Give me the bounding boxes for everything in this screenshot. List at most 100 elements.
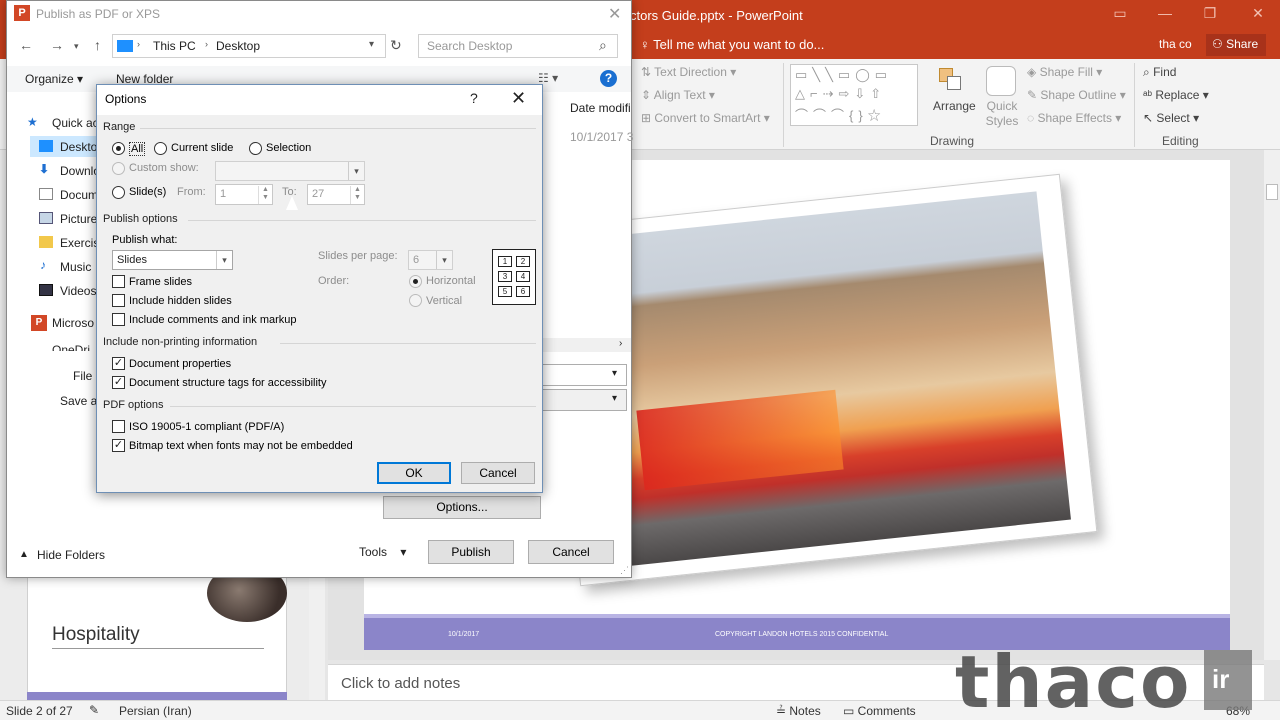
chevron-right-icon[interactable]: › bbox=[619, 338, 622, 349]
nav-pictures[interactable]: Picture bbox=[60, 212, 97, 226]
cancel-button[interactable]: Cancel bbox=[528, 540, 614, 564]
select-button[interactable]: ↖ Select ▾ bbox=[1143, 111, 1199, 125]
chevron-up-icon[interactable]: ▲ bbox=[19, 549, 29, 560]
align-text-button[interactable]: ⇕ Align Text ▾ bbox=[641, 88, 715, 102]
maximize-icon[interactable]: ❐ bbox=[1200, 5, 1220, 25]
search-input[interactable]: Search Desktop ⌕ bbox=[418, 34, 618, 58]
hide-folders-button[interactable]: Hide Folders bbox=[37, 548, 105, 562]
bitmap-text-checkbox[interactable]: ✓ bbox=[112, 439, 125, 452]
share-button[interactable]: ⚇ Share bbox=[1206, 34, 1266, 56]
close-icon[interactable]: ✕ bbox=[608, 4, 621, 24]
range-selection-label[interactable]: Selection bbox=[266, 142, 311, 154]
address-bar[interactable]: › This PC › Desktop ▾ bbox=[112, 34, 386, 58]
column-date-modified[interactable]: Date modifi bbox=[570, 101, 631, 115]
back-icon[interactable]: ← bbox=[19, 37, 33, 53]
range-all-radio[interactable] bbox=[112, 142, 125, 155]
arrange-button[interactable]: Arrange bbox=[933, 99, 976, 113]
iso-compliant-checkbox[interactable] bbox=[112, 420, 125, 433]
custom-show-select[interactable]: ▾ bbox=[215, 161, 365, 181]
recent-dropdown-icon[interactable]: ▾ bbox=[74, 41, 79, 52]
view-options-icon[interactable]: ☷ ▾ bbox=[538, 71, 558, 85]
resize-grip-icon[interactable]: ⋰ bbox=[620, 565, 629, 576]
ok-button[interactable]: OK bbox=[377, 462, 451, 484]
include-comments-checkbox[interactable] bbox=[112, 313, 125, 326]
nav-documents[interactable]: Docum bbox=[60, 188, 98, 202]
structure-tags-checkbox[interactable]: ✓ bbox=[112, 376, 125, 389]
order-horizontal-radio[interactable] bbox=[409, 275, 422, 288]
shape-outline-button[interactable]: ✎ Shape Outline ▾ bbox=[1027, 88, 1126, 102]
nav-music[interactable]: Music bbox=[60, 260, 91, 274]
editor-scrollbar[interactable] bbox=[1264, 150, 1280, 660]
save-as-type-select[interactable]: ▾ bbox=[541, 389, 627, 411]
up-icon[interactable]: ↑ bbox=[94, 37, 101, 53]
file-name-input[interactable]: ▾ bbox=[541, 364, 627, 386]
forward-icon[interactable]: → bbox=[50, 37, 64, 53]
nav-downloads[interactable]: Downlo bbox=[60, 164, 100, 178]
frame-slides-label[interactable]: Frame slides bbox=[129, 276, 192, 288]
publish-button[interactable]: Publish bbox=[428, 540, 514, 564]
document-properties-checkbox[interactable]: ✓ bbox=[112, 357, 125, 370]
breadcrumb-this-pc[interactable]: This PC bbox=[153, 39, 196, 53]
find-button[interactable]: ⌕ Find bbox=[1143, 65, 1176, 80]
quick-styles-button[interactable]: Quick Styles bbox=[980, 99, 1024, 129]
user-name[interactable]: tha co bbox=[1159, 37, 1192, 51]
tell-me-box[interactable]: ♀ Tell me what you want to do... bbox=[640, 37, 824, 52]
replace-button[interactable]: ᵃᵇ Replace ▾ bbox=[1143, 88, 1209, 102]
range-selection-radio[interactable] bbox=[249, 142, 262, 155]
range-slides-label[interactable]: Slide(s) bbox=[129, 186, 166, 198]
spinner-arrows-icon[interactable]: ▲ ▼ bbox=[258, 186, 272, 204]
text-direction-button[interactable]: ⇅ Text Direction ▾ bbox=[641, 65, 736, 79]
watermark-suffix: ir bbox=[1204, 650, 1252, 710]
iso-compliant-label[interactable]: ISO 19005-1 compliant (PDF/A) bbox=[129, 421, 284, 433]
range-all-label[interactable]: All bbox=[129, 142, 146, 156]
include-comments-label[interactable]: Include comments and ink markup bbox=[129, 314, 297, 326]
nav-exercise-folder[interactable]: Exercis bbox=[60, 236, 99, 250]
section-divider bbox=[140, 128, 536, 129]
from-spinner[interactable]: 1 ▲ ▼ bbox=[215, 184, 273, 205]
refresh-icon[interactable]: ↻ bbox=[390, 37, 402, 54]
options-button[interactable]: Options... bbox=[383, 496, 541, 519]
language-indicator[interactable]: Persian (Iran) bbox=[119, 704, 192, 718]
help-icon[interactable]: ? bbox=[470, 90, 478, 106]
close-icon[interactable]: ✕ bbox=[1248, 5, 1268, 25]
slides-per-page-select[interactable]: 6 ▾ bbox=[408, 250, 453, 270]
thumbnail-divider bbox=[52, 648, 264, 649]
nav-quick-access[interactable]: Quick ac bbox=[52, 116, 99, 130]
nav-videos[interactable]: Videos bbox=[60, 284, 96, 298]
notes-toggle[interactable]: ≟ Notes bbox=[776, 704, 821, 718]
range-current-slide-radio[interactable] bbox=[154, 142, 167, 155]
include-hidden-checkbox[interactable] bbox=[112, 294, 125, 307]
order-cell: 1 bbox=[498, 256, 512, 267]
include-hidden-label[interactable]: Include hidden slides bbox=[129, 295, 232, 307]
help-icon[interactable]: ? bbox=[600, 70, 617, 87]
shape-fill-button[interactable]: ◈ Shape Fill ▾ bbox=[1027, 65, 1102, 79]
shape-effects-button[interactable]: ◌ Shape Effects ▾ bbox=[1027, 111, 1121, 125]
structure-tags-label[interactable]: Document structure tags for accessibilit… bbox=[129, 377, 326, 389]
proofing-icon[interactable]: ✎ bbox=[89, 703, 99, 717]
tools-menu[interactable]: Tools ▾ bbox=[359, 545, 406, 559]
order-vertical-radio[interactable] bbox=[409, 294, 422, 307]
horizontal-scrollbar[interactable]: › bbox=[541, 338, 631, 352]
frame-slides-checkbox[interactable] bbox=[112, 275, 125, 288]
order-cell: 4 bbox=[516, 271, 530, 282]
shapes-gallery[interactable]: ▭╲╲▭◯▭ △⌐⇢⇨⇩⇧ ⌒⌒⌒{}☆ bbox=[790, 64, 918, 126]
nav-microsoft-powerpoint[interactable]: Microso bbox=[52, 316, 94, 330]
options-cancel-button[interactable]: Cancel bbox=[461, 462, 535, 484]
range-current-slide-label[interactable]: Current slide bbox=[171, 142, 233, 154]
chevron-down-icon[interactable]: ▾ bbox=[369, 39, 374, 50]
document-properties-label[interactable]: Document properties bbox=[129, 358, 231, 370]
to-spinner[interactable]: 27 ▲ ▼ bbox=[307, 184, 365, 205]
range-custom-show-radio[interactable] bbox=[112, 162, 125, 175]
bitmap-text-label[interactable]: Bitmap text when fonts may not be embedd… bbox=[129, 440, 353, 452]
close-icon[interactable]: ✕ bbox=[511, 88, 526, 109]
spinner-arrows-icon[interactable]: ▲ ▼ bbox=[350, 186, 364, 204]
convert-smartart-button[interactable]: ⊞ Convert to SmartArt ▾ bbox=[641, 111, 770, 125]
organize-button[interactable]: Organize ▾ bbox=[25, 72, 83, 86]
range-slides-radio[interactable] bbox=[112, 186, 125, 199]
restore-ribbon-icon[interactable]: ▭ bbox=[1110, 5, 1130, 25]
breadcrumb-desktop[interactable]: Desktop bbox=[216, 39, 260, 53]
publish-what-select[interactable]: Slides ▾ bbox=[112, 250, 233, 270]
comments-toggle[interactable]: ▭ Comments bbox=[843, 704, 916, 718]
nav-onedrive[interactable]: OneDri bbox=[52, 343, 90, 351]
minimize-icon[interactable]: — bbox=[1155, 5, 1175, 25]
